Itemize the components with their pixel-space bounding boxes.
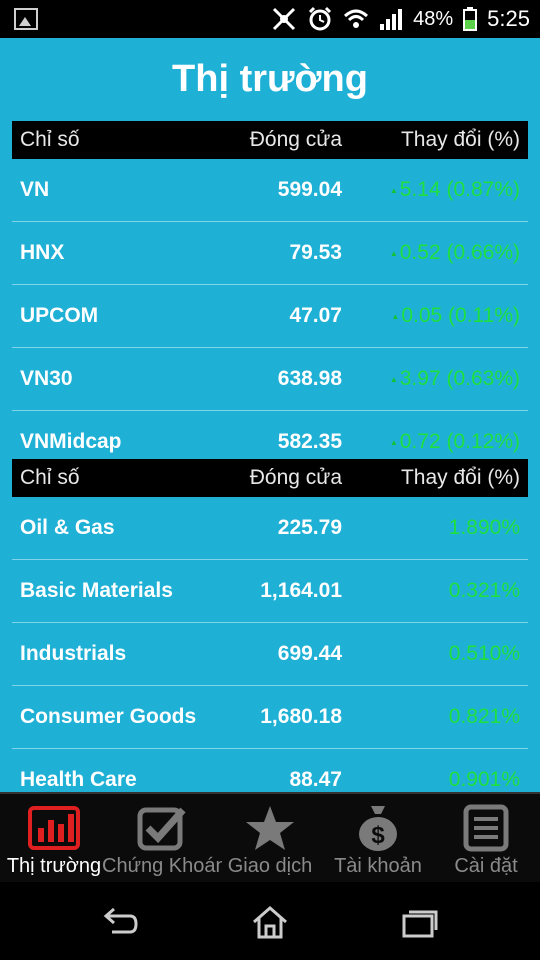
change-value: 5.14 (0.87%)	[399, 178, 520, 201]
tab-market[interactable]: Thị trường	[0, 794, 108, 882]
change-cell: 0.510%	[342, 642, 528, 666]
tab-label: Chứng Khoán	[102, 855, 222, 877]
clock: 5:25	[487, 6, 530, 31]
battery-percent: 48%	[413, 7, 454, 30]
column-header-change: Thay đổi (%)	[400, 128, 520, 151]
close-value: 1,164.01	[260, 579, 342, 602]
home-icon[interactable]	[250, 904, 290, 940]
table-header: Chỉ số Đóng cửa Thay đổi (%)	[12, 121, 528, 159]
table-row[interactable]: Basic Materials 1,164.01 0.321%	[12, 560, 528, 623]
page-title: Thị trường	[172, 58, 368, 100]
table-row[interactable]: HNX 79.53 ▲0.52 (0.66%)	[12, 222, 528, 285]
table-row[interactable]: VN30 638.98 ▲3.97 (0.63%)	[12, 348, 528, 411]
change-cell: ▲3.97 (0.63%)	[342, 367, 528, 391]
close-value: 88.47	[289, 768, 342, 791]
tab-trading[interactable]: Giao dịch	[216, 794, 324, 882]
index-name: Industrials	[20, 642, 127, 665]
change-cell: ▲0.52 (0.66%)	[342, 241, 528, 265]
change-cell: 0.901%	[342, 768, 528, 792]
change-value: 0.821%	[448, 705, 520, 728]
gallery-notification-icon	[14, 8, 38, 30]
index-name: VNMidcap	[20, 430, 122, 453]
checkbox-icon	[137, 807, 186, 851]
change-value: 0.321%	[448, 579, 520, 602]
close-value: 1,680.18	[260, 705, 342, 728]
market-screen: Thị trường Chỉ số Đóng cửa Thay đổi (%) …	[0, 38, 540, 792]
table-header: Chỉ số Đóng cửa Thay đổi (%)	[12, 459, 528, 497]
up-arrow-icon: ▲	[389, 437, 398, 447]
column-header-close: Đóng cửa	[249, 466, 342, 489]
star-icon	[246, 806, 294, 850]
column-header-index: Chỉ số	[20, 466, 80, 489]
index-name: HNX	[20, 241, 65, 264]
change-value: 0.72 (0.12%)	[399, 430, 520, 453]
change-value: 0.52 (0.66%)	[399, 241, 520, 264]
change-value: 0.05 (0.11%)	[401, 304, 520, 327]
change-cell: ▲5.14 (0.87%)	[342, 178, 528, 202]
wifi-icon	[344, 9, 369, 28]
tab-label: Giao dịch	[227, 855, 313, 877]
index-name: Health Care	[20, 768, 137, 791]
change-cell: 1.890%	[342, 516, 528, 540]
close-value: 582.35	[277, 430, 342, 453]
index-name: UPCOM	[20, 304, 99, 327]
system-nav-bar	[0, 882, 540, 960]
table-row[interactable]: Oil & Gas 225.79 1.890%	[12, 497, 528, 560]
alarm-icon	[309, 6, 332, 31]
tab-label: Thị trường	[6, 855, 102, 877]
up-arrow-icon: ▲	[391, 311, 400, 321]
change-value: 1.890%	[448, 516, 520, 539]
close-value: 225.79	[277, 516, 342, 539]
index-name: Consumer Goods	[20, 705, 197, 728]
table-row[interactable]: UPCOM 47.07 ▲0.05 (0.11%)	[12, 285, 528, 348]
close-value: 79.53	[289, 241, 342, 264]
close-value: 47.07	[289, 304, 342, 327]
column-header-index: Chỉ số	[20, 128, 80, 151]
indices-table: Chỉ số Đóng cửa Thay đổi (%) VN 599.04 ▲5.…	[12, 121, 528, 474]
back-icon[interactable]	[100, 904, 140, 940]
change-value: 3.97 (0.63%)	[399, 367, 520, 390]
money-bag-icon: $	[359, 806, 397, 851]
close-value: 638.98	[277, 367, 342, 390]
index-name: VN30	[20, 367, 73, 390]
table-row[interactable]: Health Care 88.47 0.901%	[12, 749, 528, 792]
bar-chart-icon	[28, 806, 80, 850]
change-cell: ▲0.05 (0.11%)	[342, 304, 528, 328]
up-arrow-icon: ▲	[389, 374, 398, 384]
index-name: Basic Materials	[20, 579, 173, 602]
close-value: 599.04	[277, 178, 342, 201]
list-icon	[463, 804, 509, 852]
tab-account[interactable]: $ Tài khoản	[324, 794, 432, 882]
index-name: Oil & Gas	[20, 516, 115, 539]
status-bar: 48% 5:25	[0, 0, 540, 38]
change-cell: ▲0.72 (0.12%)	[342, 430, 528, 454]
svg-text:$: $	[371, 822, 385, 849]
change-value: 0.510%	[448, 642, 520, 665]
change-cell: 0.321%	[342, 579, 528, 603]
close-value: 699.44	[277, 642, 342, 665]
up-arrow-icon: ▲	[389, 185, 398, 195]
table-row[interactable]: Industrials 699.44 0.510%	[12, 623, 528, 686]
change-cell: 0.821%	[342, 705, 528, 729]
index-name: VN	[20, 178, 50, 201]
battery-icon	[463, 7, 478, 31]
tab-label: Cài đặt	[454, 855, 518, 877]
tab-stocks[interactable]: Chứng Khoán	[102, 794, 222, 882]
tab-settings[interactable]: Cài đặt	[432, 794, 540, 882]
recent-apps-icon[interactable]	[400, 904, 440, 940]
column-header-close: Đóng cửa	[249, 128, 342, 151]
up-arrow-icon: ▲	[389, 248, 398, 258]
sectors-table: Chỉ số Đóng cửa Thay đổi (%) Oil & Gas 22…	[12, 459, 528, 792]
table-row[interactable]: VN 599.04 ▲5.14 (0.87%)	[12, 159, 528, 222]
table-row[interactable]: Consumer Goods 1,680.18 0.821%	[12, 686, 528, 749]
status-icons: 48% 5:25	[271, 5, 530, 33]
change-value: 0.901%	[448, 768, 520, 791]
column-header-change: Thay đổi (%)	[400, 466, 520, 489]
bottom-tab-bar: Thị trường Chứng Khoán Giao dịch $ Tài k…	[0, 792, 540, 882]
signal-icon	[380, 9, 403, 30]
tab-label: Tài khoản	[334, 855, 422, 877]
no-sync-icon	[273, 7, 296, 31]
